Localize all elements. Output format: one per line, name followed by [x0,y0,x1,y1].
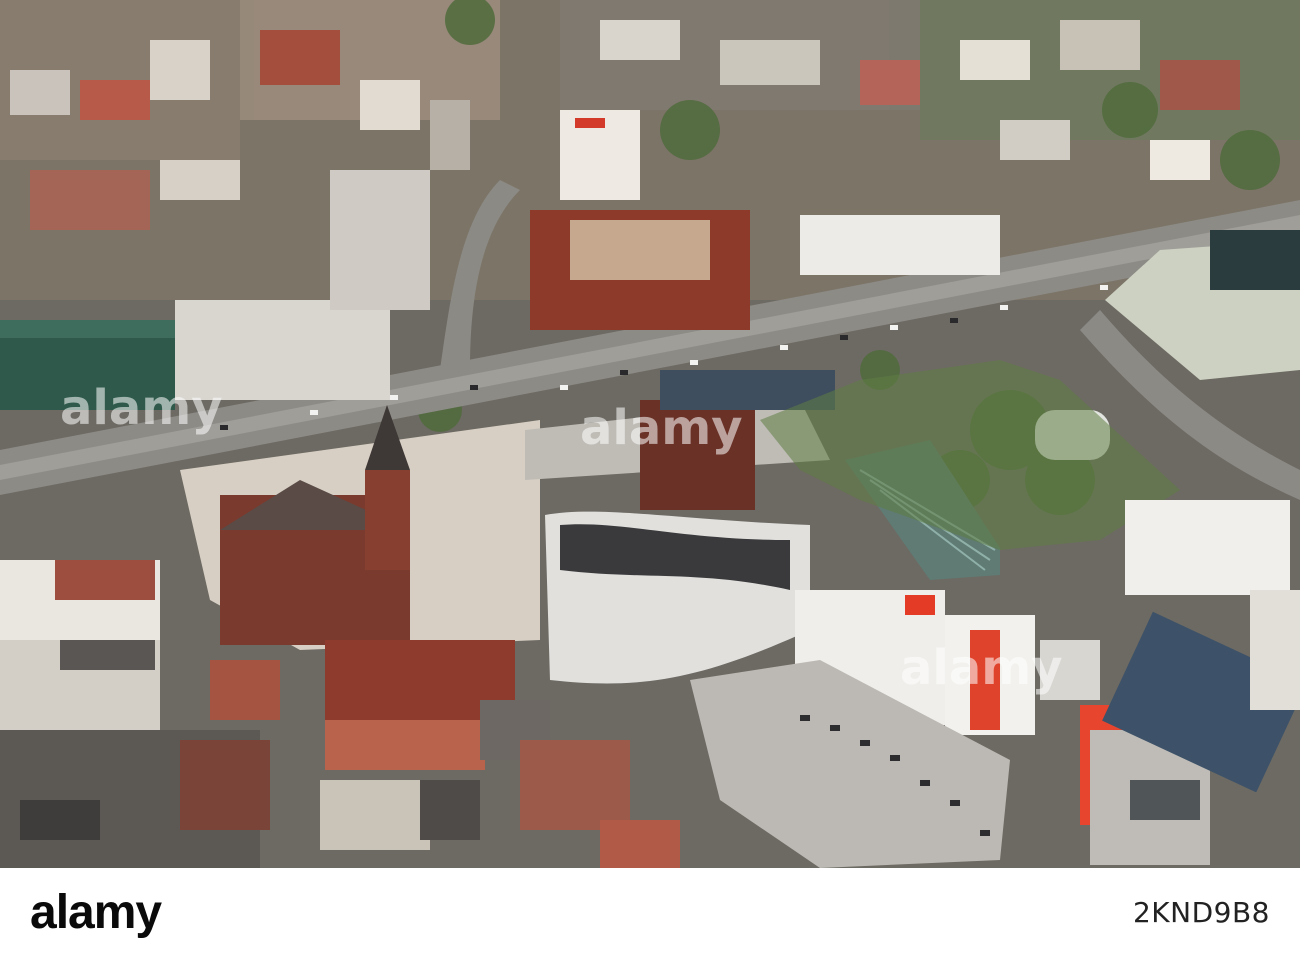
image-stage: alamy alamy alamy alamy 2KND9B8 [0,0,1300,957]
stock-footer-bar: alamy 2KND9B8 [0,868,1300,957]
aerial-photo: alamy alamy alamy [0,0,1300,868]
alamy-logo: alamy [30,888,290,938]
svg-text:alamy: alamy [30,888,162,938]
image-id-label: 2KND9B8 [1132,896,1270,929]
